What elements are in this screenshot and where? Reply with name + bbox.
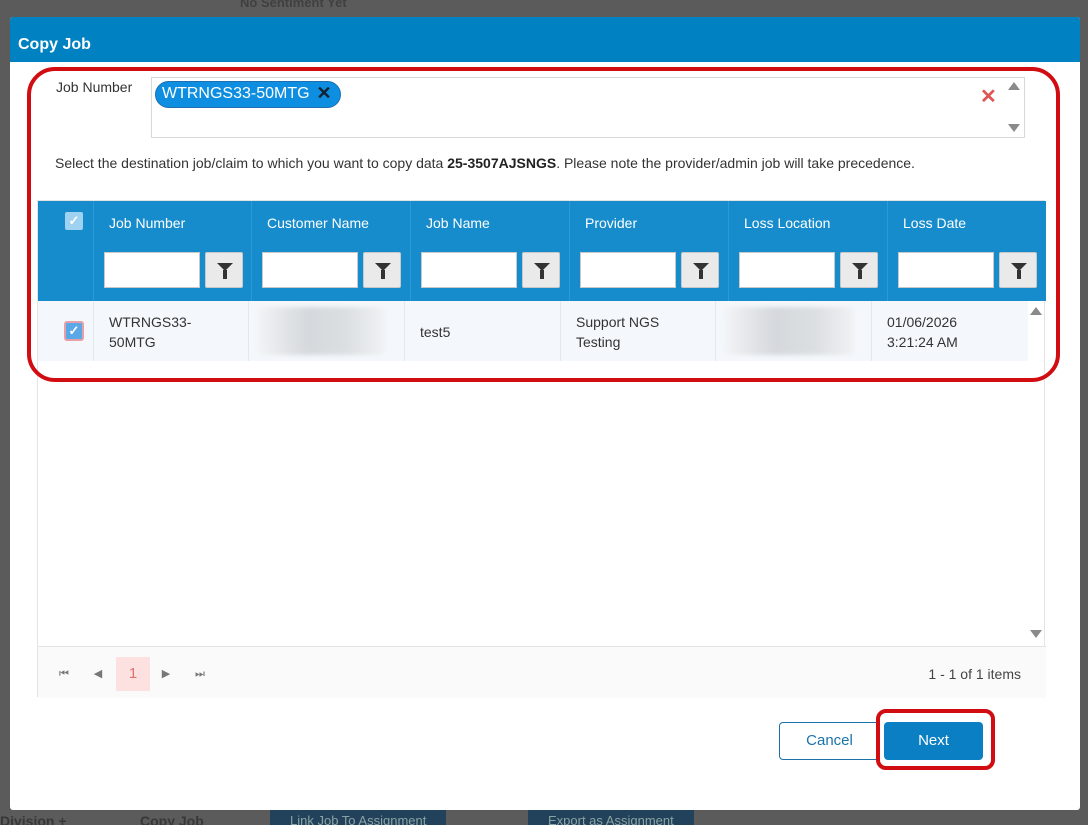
- annotation-highlight-selection: [27, 67, 1060, 382]
- background-export-button: Export as Assignment: [528, 810, 694, 825]
- grid-scroll-down-icon[interactable]: [1030, 630, 1042, 638]
- prev-page-icon[interactable]: ◀: [81, 657, 115, 691]
- background-sentiment-text: No Sentiment Yet: [240, 0, 347, 10]
- dialog-title: Copy Job: [10, 17, 1080, 62]
- cancel-button[interactable]: Cancel: [779, 722, 880, 760]
- page-1-button[interactable]: 1: [116, 657, 150, 691]
- annotation-highlight-next: [876, 709, 995, 770]
- background-link-job-button: Link Job To Assignment: [270, 810, 447, 825]
- pager-info: 1 - 1 of 1 items: [928, 666, 1021, 682]
- background-division-link: Division +: [0, 813, 67, 825]
- grid-pager: ⏮ ◀ 1 ▶ ⏭ 1 - 1 of 1 items: [38, 646, 1046, 698]
- first-page-icon[interactable]: ⏮: [47, 657, 81, 691]
- background-copy-job-link: Copy Job: [140, 813, 204, 825]
- last-page-icon[interactable]: ⏭: [183, 657, 217, 691]
- copy-job-dialog: Copy Job Job Number WTRNGS33-50MTG ✕ ✕ S…: [10, 17, 1080, 810]
- next-page-icon[interactable]: ▶: [149, 657, 183, 691]
